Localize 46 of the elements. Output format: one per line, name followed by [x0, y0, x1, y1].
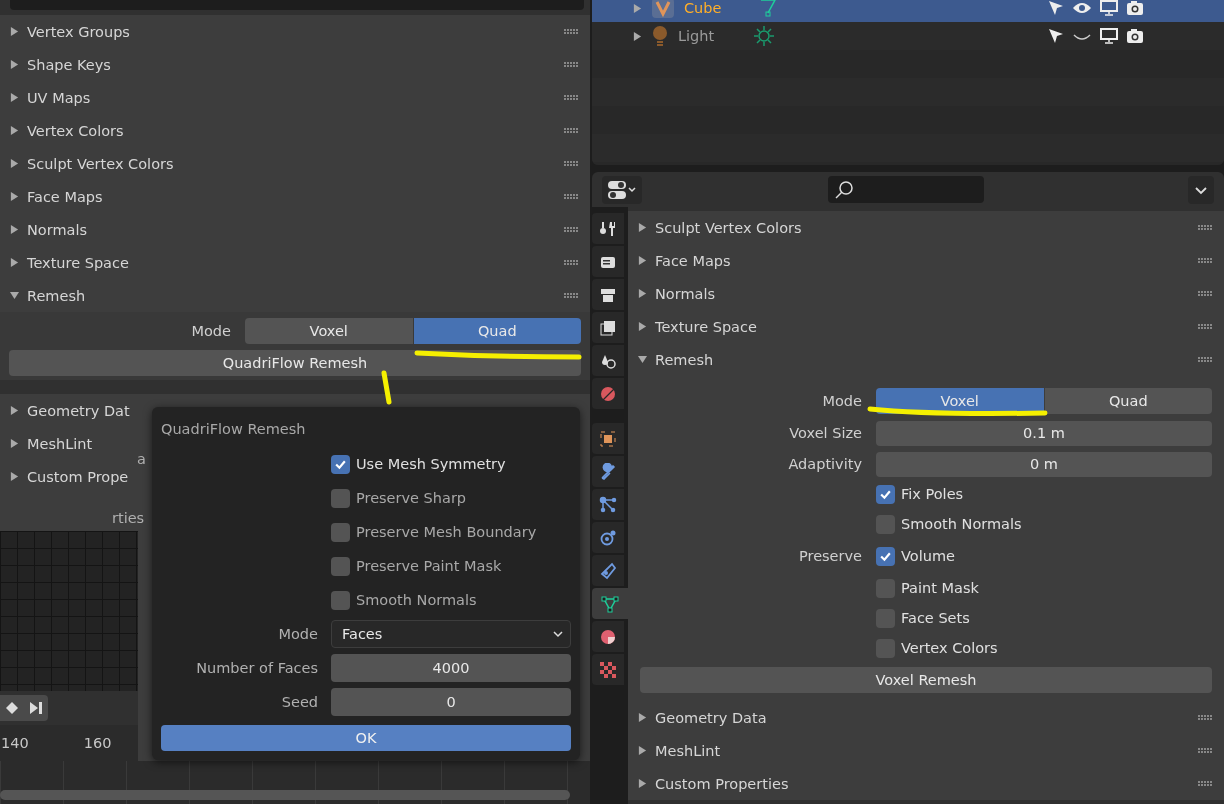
field-label: Mode	[821, 393, 862, 409]
field-label: Mode	[277, 626, 318, 642]
panel-title: Shape Keys	[27, 56, 112, 73]
field-label: Seed	[280, 694, 318, 710]
field-label: Preserve	[798, 548, 862, 564]
frame-number: 140	[1, 735, 29, 751]
panel-title: Face Maps	[27, 188, 104, 205]
panel-title: Geometry Dat	[27, 402, 131, 419]
field-label: Mode	[190, 323, 231, 339]
panel-title: Sculpt Vertex Colors	[27, 155, 175, 172]
field-label: Adaptivity	[787, 456, 862, 472]
panel-title: Custom Prope	[27, 468, 130, 485]
checkbox-label: Preserve Mesh Boundary	[356, 524, 537, 540]
checkbox-label: Fix Poles	[901, 486, 964, 502]
panel-title: Normals	[655, 285, 717, 302]
frame-number: 160	[83, 735, 112, 751]
panel-title: UV Maps	[27, 89, 92, 106]
field-label: Number of Faces	[195, 660, 318, 676]
panel-title: Vertex Colors	[27, 122, 125, 139]
panel-title: Normals	[27, 221, 89, 238]
panel-title: Texture Space	[655, 318, 758, 335]
checkbox-label: Paint Mask	[901, 580, 979, 596]
checkbox-label: Smooth Normals	[901, 516, 1022, 532]
checkbox-label: Vertex Colors	[901, 640, 998, 656]
text-fragment: rties	[112, 510, 145, 526]
object-name: Cube	[684, 0, 723, 16]
checkbox-label: Smooth Normals	[356, 592, 477, 608]
checkbox-label: Face Sets	[901, 610, 970, 626]
panel-title: MeshLint	[655, 742, 722, 759]
panel-title: Remesh	[27, 287, 87, 304]
checkbox-label: Preserve Sharp	[356, 490, 467, 506]
checkbox-label: Use Mesh Symmetry	[356, 456, 506, 472]
checkbox-label: Volume	[901, 548, 955, 564]
panel-title: Sculpt Vertex Colors	[655, 219, 803, 236]
panel-title: Face Maps	[655, 252, 732, 269]
panel-title: MeshLint	[27, 435, 94, 452]
text-fragment: a	[137, 451, 146, 467]
field-label: Voxel Size	[788, 425, 862, 441]
panel-title: Remesh	[655, 351, 715, 368]
panel-title: Geometry Data	[655, 709, 768, 726]
dialog-title: QuadriFlow Remesh	[161, 421, 307, 437]
panel-title: Custom Properties	[655, 775, 790, 792]
object-name: Light	[678, 28, 716, 44]
panel-title: Texture Space	[27, 254, 130, 271]
panel-title: Vertex Groups	[27, 23, 131, 40]
checkbox-label: Preserve Paint Mask	[356, 558, 502, 574]
